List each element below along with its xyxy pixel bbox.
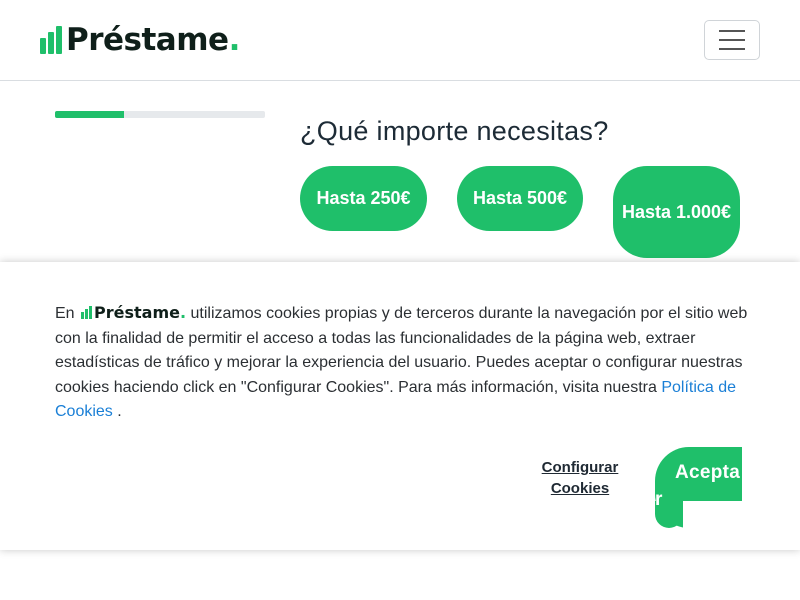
hamburger-menu-button[interactable] <box>704 20 760 60</box>
accept-label-wrap: r <box>655 489 663 510</box>
cookie-brand: Préstame. <box>94 303 187 322</box>
cookie-message: En Préstame. utilizamos cookies propias … <box>55 301 750 425</box>
amount-option-1000[interactable]: Hasta 1.000€ <box>613 166 740 258</box>
hamburger-icon-line <box>719 48 745 50</box>
brand-bars-icon <box>81 306 93 319</box>
amount-option-250[interactable]: Hasta 250€ <box>300 166 427 231</box>
progress-fill <box>55 111 125 118</box>
hamburger-icon-line <box>719 30 745 32</box>
logo-text: Préstame. <box>66 22 240 58</box>
cookie-prefix: En <box>55 305 75 322</box>
question-title: ¿Qué importe necesitas? <box>300 116 609 146</box>
cookie-banner: En Préstame. utilizamos cookies propias … <box>0 262 800 550</box>
cookie-suffix: . <box>117 403 122 420</box>
configure-cookies-button[interactable]: Configurar Cookies <box>530 457 630 499</box>
site-header: Préstame. <box>0 0 800 81</box>
logo[interactable]: Préstame. <box>40 22 240 58</box>
progress-bar <box>55 111 265 118</box>
logo-bars-icon <box>40 26 64 54</box>
hamburger-icon-line <box>719 39 745 41</box>
accept-cookies-button[interactable]: Acepta r <box>655 447 742 528</box>
accept-button-shape <box>683 501 742 528</box>
amount-option-500[interactable]: Hasta 500€ <box>457 166 583 231</box>
accept-label: Acepta <box>675 462 741 483</box>
